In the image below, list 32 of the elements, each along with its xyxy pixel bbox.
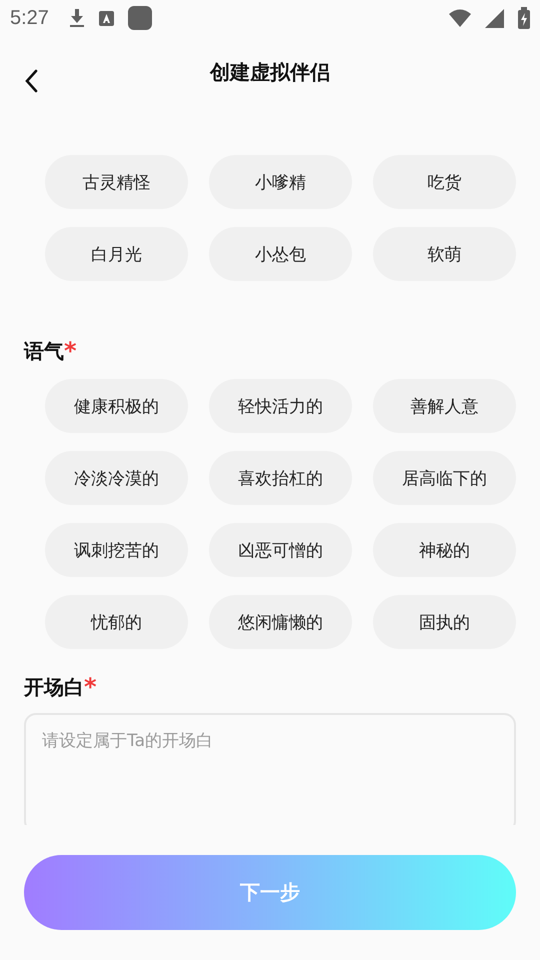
personality-tag[interactable]: 白月光 <box>45 227 188 281</box>
tone-tag[interactable]: 冷淡冷漠的 <box>45 451 188 505</box>
tone-tag[interactable]: 善解人意 <box>373 379 516 433</box>
download-icon <box>68 8 85 28</box>
required-mark: * <box>64 337 77 365</box>
tone-tag[interactable]: 悠闲慵懒的 <box>209 595 352 649</box>
tone-tag[interactable]: 健康积极的 <box>45 379 188 433</box>
font-icon <box>98 10 114 26</box>
tone-tag[interactable]: 喜欢抬杠的 <box>209 451 352 505</box>
battery-icon <box>518 7 530 29</box>
tone-tag[interactable]: 居高临下的 <box>373 451 516 505</box>
signal-icon <box>485 8 504 28</box>
personality-tag[interactable]: 软萌 <box>373 227 516 281</box>
tone-tag[interactable]: 轻快活力的 <box>209 379 352 433</box>
tone-tag[interactable]: 固执的 <box>373 595 516 649</box>
app-icon <box>128 6 152 30</box>
status-time: 5:27 <box>10 6 49 30</box>
personality-tag[interactable]: 小怂包 <box>209 227 352 281</box>
tone-tag[interactable]: 神秘的 <box>373 523 516 577</box>
tone-tag[interactable]: 讽刺挖苦的 <box>45 523 188 577</box>
required-mark: * <box>84 673 97 701</box>
personality-tag[interactable]: 小嗲精 <box>209 155 352 209</box>
personality-tag[interactable]: 古灵精怪 <box>45 155 188 209</box>
tone-tag[interactable]: 凶恶可憎的 <box>209 523 352 577</box>
wifi-icon <box>449 9 471 27</box>
page-title: 创建虚拟伴侣 <box>210 58 330 86</box>
personality-tag[interactable]: 吃货 <box>373 155 516 209</box>
section-label: 语气 <box>24 338 64 364</box>
tone-tag[interactable]: 忧郁的 <box>45 595 188 649</box>
back-icon[interactable] <box>24 69 38 93</box>
opening-line-field[interactable]: 请设定属于Ta的开场白 <box>24 713 516 825</box>
section-label: 开场白 <box>24 674 84 700</box>
